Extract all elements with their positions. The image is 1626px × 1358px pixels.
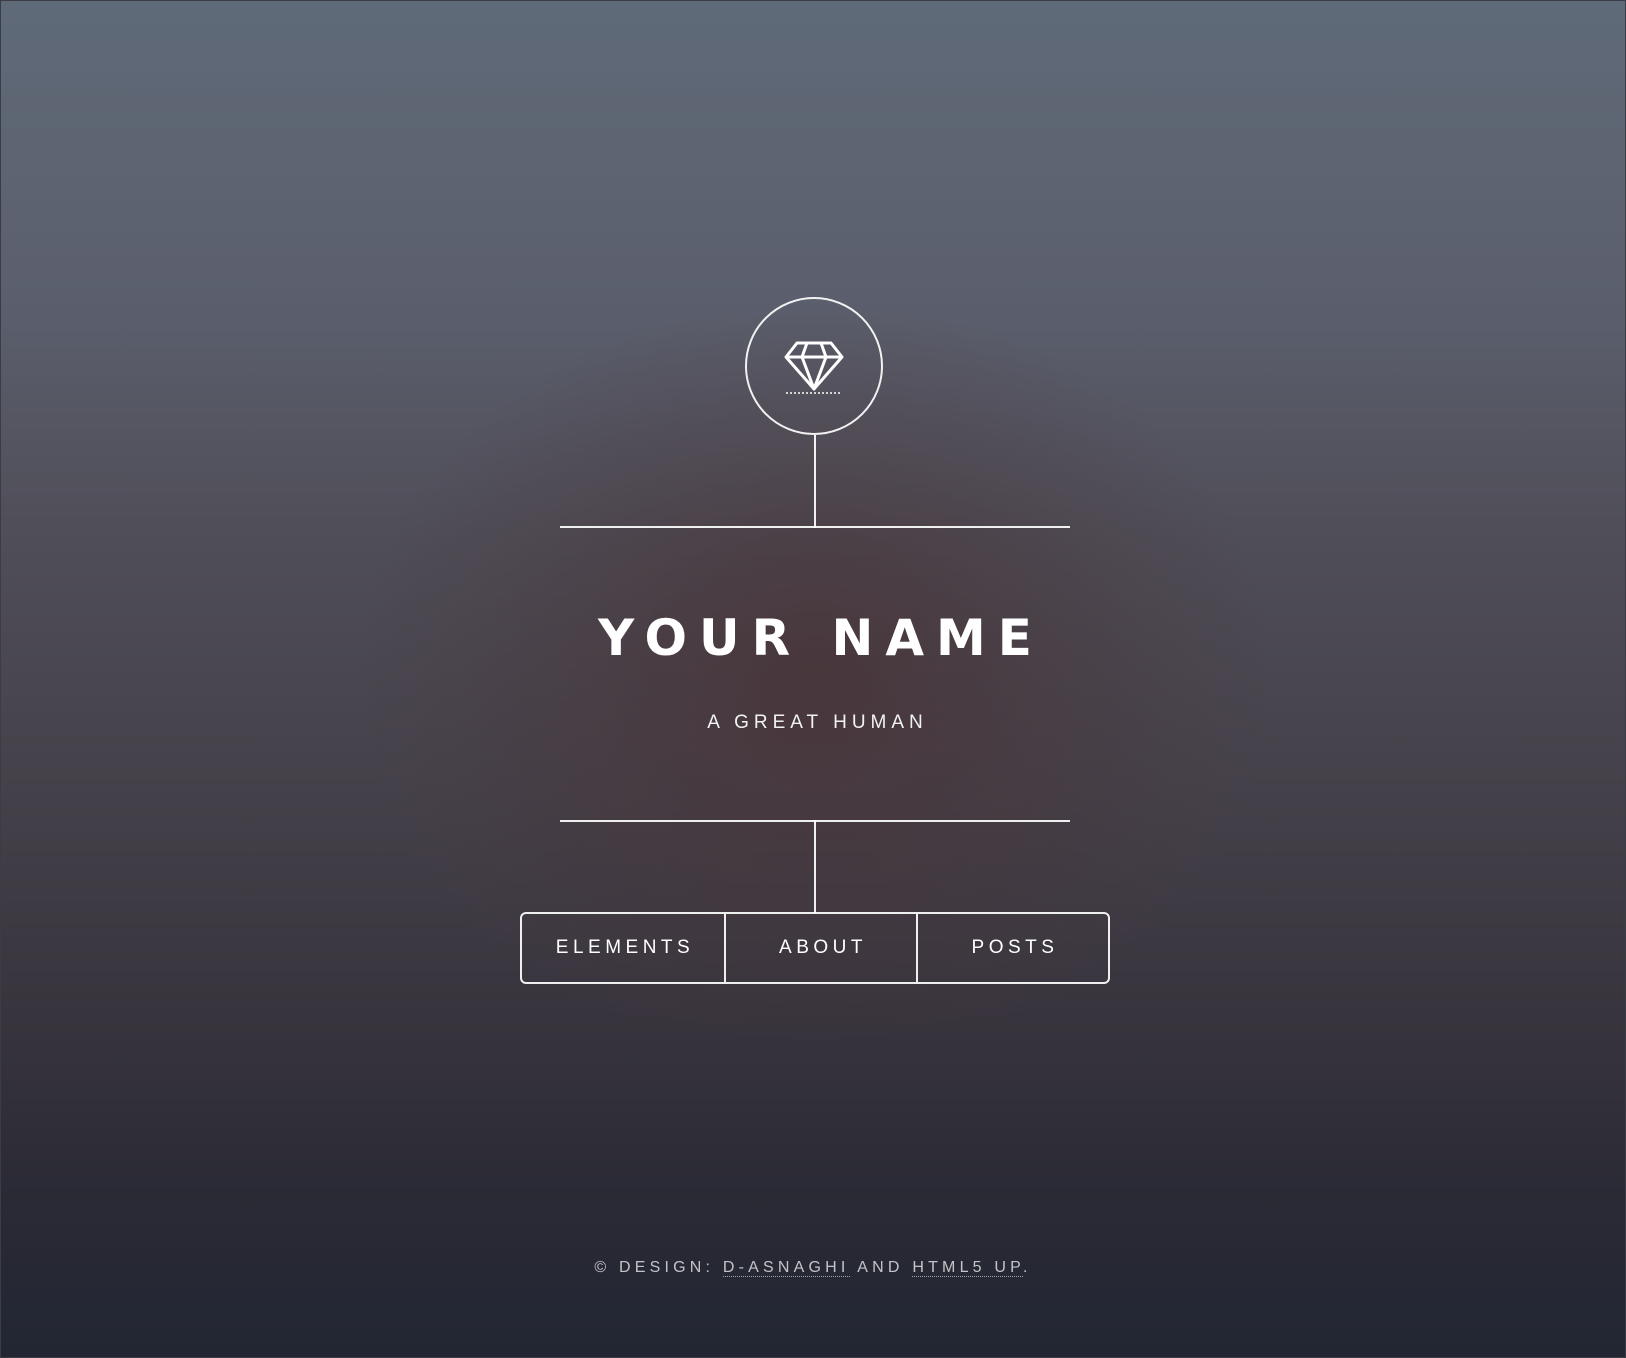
- nav-item-posts[interactable]: POSTS: [916, 914, 1108, 982]
- nav-item-about[interactable]: ABOUT: [724, 914, 916, 982]
- footer-link-d-asnaghi[interactable]: D-ASNAGHI: [722, 1259, 850, 1277]
- page-background: [0, 0, 1626, 1358]
- nav-item-elements[interactable]: ELEMENTS: [522, 914, 724, 982]
- diamond-icon: [784, 341, 844, 394]
- footer-link-html5up[interactable]: HTML5 UP: [912, 1259, 1023, 1277]
- logo: [745, 297, 883, 435]
- footer-suffix: .: [1023, 1259, 1032, 1276]
- connector-line-bottom: [814, 820, 816, 913]
- connector-line-top: [814, 435, 816, 528]
- main-nav: ELEMENTS ABOUT POSTS: [520, 912, 1110, 984]
- page-title: YOUR NAME: [598, 609, 1044, 667]
- divider-top: [560, 526, 1070, 528]
- page-subtitle: A GREAT HUMAN: [707, 712, 928, 733]
- footer-middle: AND: [857, 1259, 904, 1276]
- footer: © DESIGN: D-ASNAGHI AND HTML5 UP.: [0, 1256, 1626, 1280]
- footer-prefix: © DESIGN:: [594, 1259, 715, 1276]
